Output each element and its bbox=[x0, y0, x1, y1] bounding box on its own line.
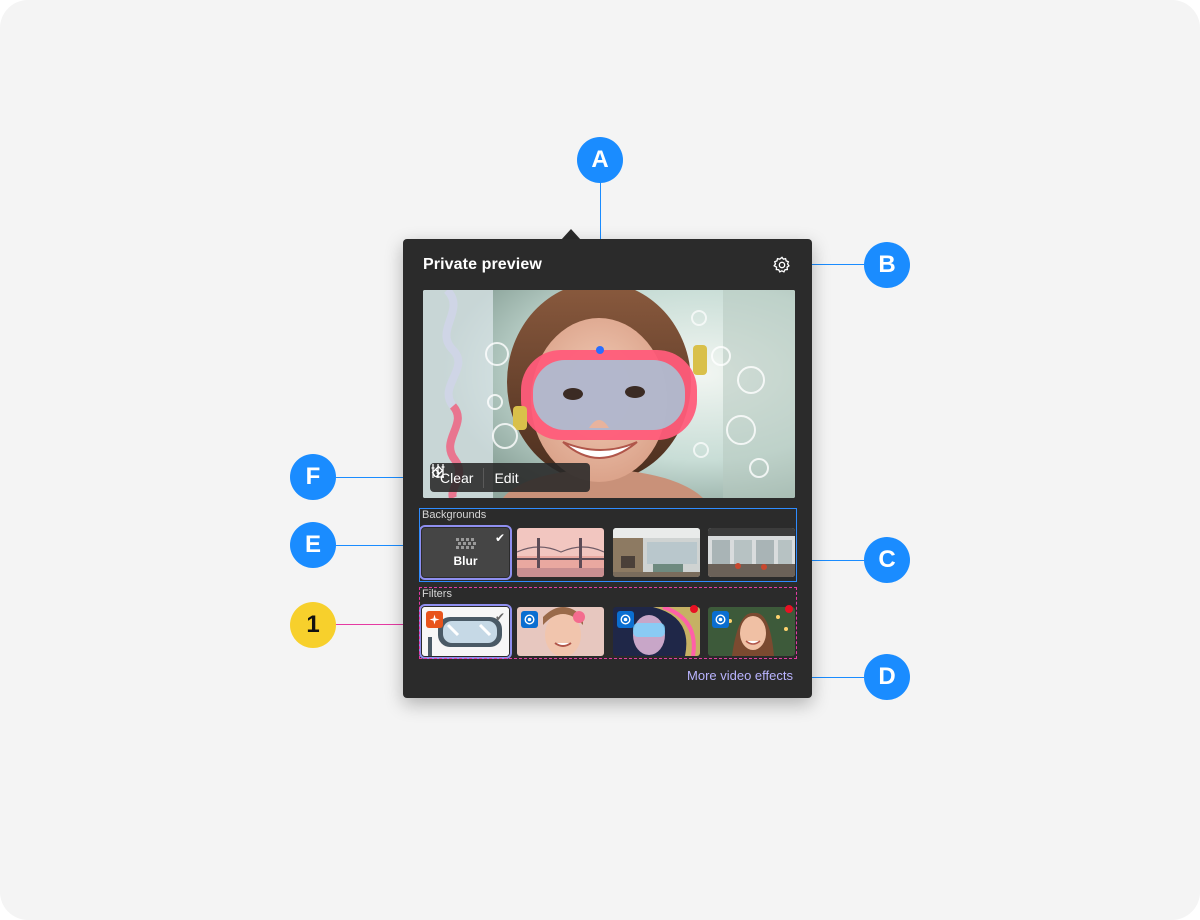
panel-title: Private preview bbox=[423, 256, 542, 273]
more-video-effects-link[interactable]: More video effects bbox=[687, 668, 793, 683]
callout-b: B bbox=[864, 242, 910, 288]
callout-a: A bbox=[577, 137, 623, 183]
callout-f: F bbox=[290, 454, 336, 500]
backgrounds-highlight-box bbox=[419, 508, 797, 582]
preview-action-bar: Clear Edit bbox=[430, 463, 590, 492]
filters-highlight-box bbox=[419, 587, 797, 659]
gear-icon bbox=[773, 256, 790, 273]
leader-line-c bbox=[810, 560, 864, 561]
settings-button[interactable] bbox=[770, 253, 794, 277]
callout-1: 1 bbox=[290, 602, 336, 648]
callout-d: D bbox=[864, 654, 910, 700]
callout-c: C bbox=[864, 537, 910, 583]
sliders-icon bbox=[431, 464, 445, 478]
video-preview: Clear Edit bbox=[423, 290, 795, 498]
edit-label: Edit bbox=[494, 469, 519, 486]
edit-button[interactable]: Edit bbox=[431, 463, 528, 492]
callout-e: E bbox=[290, 522, 336, 568]
